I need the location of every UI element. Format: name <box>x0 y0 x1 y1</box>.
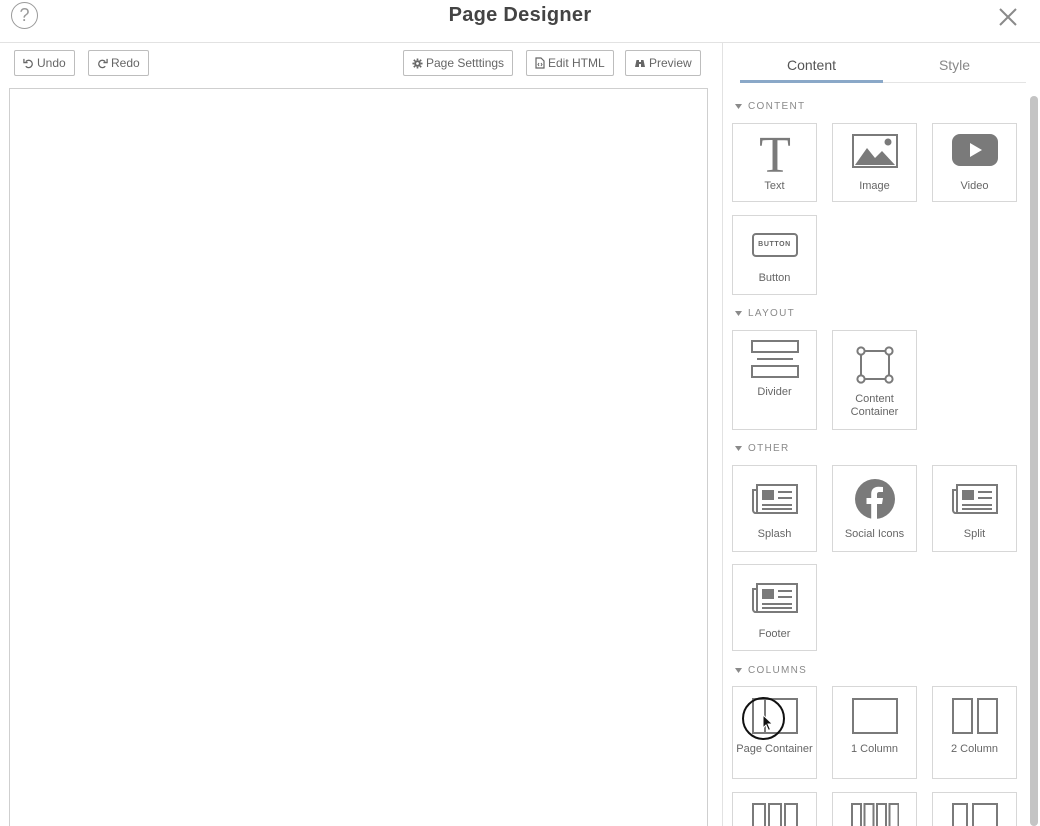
image-icon <box>851 134 898 168</box>
block-divider-label: Divider <box>757 386 792 398</box>
caret-down-icon <box>735 311 742 316</box>
uneven-column-icon <box>951 803 998 826</box>
newspaper-icon <box>751 583 798 613</box>
block-uneven-column[interactable] <box>932 792 1017 826</box>
block-divider[interactable]: Divider <box>732 330 817 430</box>
one-column-icon <box>851 698 898 734</box>
modal-header: ? Page Designer <box>0 0 1040 43</box>
block-button[interactable]: BUTTON Button <box>732 215 817 295</box>
block-page-container-label: Page Container <box>736 743 813 755</box>
page-settings-label: Page Setttings <box>426 56 505 70</box>
block-1-column-label: 1 Column <box>850 743 899 755</box>
section-columns-label: COLUMNS <box>748 665 808 676</box>
block-1-column[interactable]: 1 Column <box>832 686 917 779</box>
page-container-icon <box>751 698 798 734</box>
edit-html-button[interactable]: Edit HTML <box>526 50 614 76</box>
button-icon: BUTTON <box>751 233 798 257</box>
block-2-column[interactable]: 2 Column <box>932 686 1017 779</box>
section-content[interactable]: CONTENT <box>735 101 805 112</box>
two-column-icon <box>951 698 998 734</box>
undo-icon <box>23 58 33 68</box>
block-footer[interactable]: Footer <box>732 564 817 651</box>
block-image-label: Image <box>859 180 890 192</box>
redo-button[interactable]: Redo <box>88 50 149 76</box>
four-column-icon <box>850 803 899 826</box>
preview-label: Preview <box>649 56 692 70</box>
gear-icon <box>412 57 423 69</box>
design-canvas[interactable] <box>9 88 708 826</box>
page-title: Page Designer <box>448 4 592 26</box>
active-tab-indicator <box>740 80 883 83</box>
undo-button[interactable]: Undo <box>14 50 75 76</box>
block-3-column[interactable] <box>732 792 817 826</box>
block-split-label: Split <box>963 528 986 540</box>
close-icon[interactable] <box>997 6 1019 28</box>
preview-button[interactable]: Preview <box>625 50 701 76</box>
block-split[interactable]: Split <box>932 465 1017 552</box>
binoculars-icon <box>635 59 645 67</box>
svg-text:T: T <box>759 130 791 176</box>
redo-label: Redo <box>111 56 140 70</box>
text-t-icon: T <box>759 130 791 176</box>
block-2-column-label: 2 Column <box>950 743 999 755</box>
newspaper-icon <box>751 484 798 514</box>
section-content-label: CONTENT <box>748 101 806 112</box>
block-video-label: Video <box>960 180 989 192</box>
block-video[interactable]: Video <box>932 123 1017 202</box>
block-social-icons-label: Social Icons <box>844 528 905 540</box>
caret-down-icon <box>735 668 742 673</box>
block-text[interactable]: T Text <box>732 123 817 202</box>
container-corners-icon <box>855 346 894 384</box>
facebook-icon <box>854 479 895 519</box>
section-other-label: OTHER <box>748 443 790 454</box>
redo-icon <box>98 58 108 68</box>
scrollbar-thumb[interactable] <box>1030 96 1038 826</box>
edit-html-label: Edit HTML <box>548 56 605 70</box>
block-image[interactable]: Image <box>832 123 917 202</box>
three-column-icon <box>751 803 798 826</box>
undo-label: Undo <box>37 56 66 70</box>
section-columns[interactable]: COLUMNS <box>735 665 807 676</box>
caret-down-icon <box>735 446 742 451</box>
divider-icon <box>750 340 799 378</box>
tab-style[interactable]: Style <box>883 57 1026 73</box>
caret-down-icon <box>735 104 742 109</box>
page-settings-button[interactable]: Page Setttings <box>403 50 514 76</box>
block-splash[interactable]: Splash <box>732 465 817 552</box>
video-play-icon <box>951 134 998 166</box>
block-button-label: Button <box>758 272 791 284</box>
section-layout[interactable]: LAYOUT <box>735 308 795 319</box>
block-content-container[interactable]: Content Container <box>832 330 917 430</box>
section-other[interactable]: OTHER <box>735 443 790 454</box>
panel-scrollbar[interactable] <box>1030 96 1038 826</box>
section-layout-label: LAYOUT <box>748 308 796 319</box>
tab-content[interactable]: Content <box>740 57 883 73</box>
block-text-label: Text <box>764 180 785 192</box>
newspaper-icon <box>951 484 998 514</box>
block-social-icons[interactable]: Social Icons <box>832 465 917 552</box>
block-splash-label: Splash <box>757 528 792 540</box>
block-page-container[interactable]: Page Container <box>732 686 817 779</box>
block-footer-label: Footer <box>758 628 791 640</box>
block-4-column[interactable] <box>832 792 917 826</box>
code-file-icon <box>535 57 545 69</box>
blocks-panel: Content Style CONTENT T Text Image Video… <box>722 43 1040 826</box>
block-content-container-label: Content Container <box>850 393 899 418</box>
